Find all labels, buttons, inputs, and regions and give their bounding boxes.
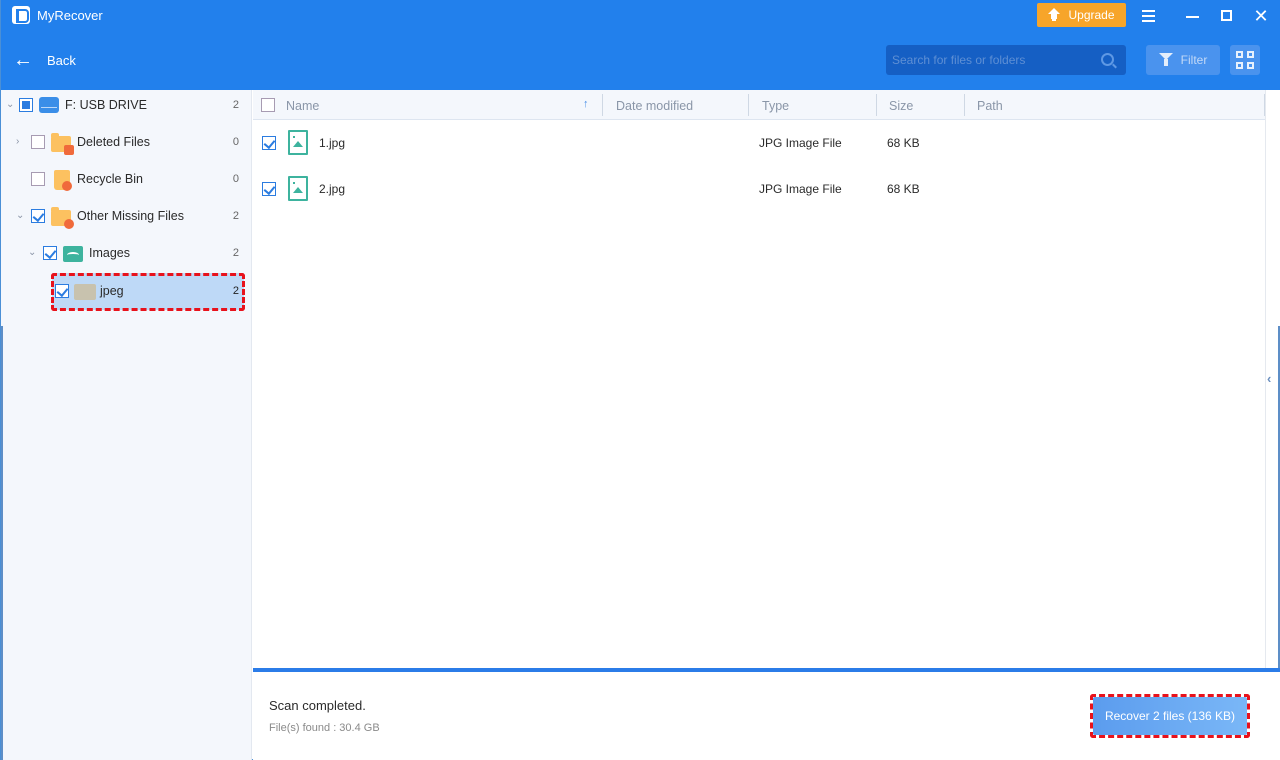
table-row[interactable]: 2.jpg JPG Image File 68 KB bbox=[253, 166, 1265, 212]
chevron-left-icon[interactable]: ‹ bbox=[1267, 371, 1271, 386]
tree-count: 2 bbox=[232, 247, 239, 259]
column-name[interactable]: Name bbox=[286, 90, 319, 120]
deleted-files-folder-icon bbox=[51, 133, 74, 155]
maximize-icon[interactable] bbox=[1217, 6, 1237, 26]
tree-label: Other Missing Files bbox=[77, 209, 184, 223]
file-list: Name ↑ Date modified Type Size Path 1.jp… bbox=[253, 90, 1265, 668]
tree-count: 2 bbox=[232, 285, 239, 297]
column-type[interactable]: Type bbox=[762, 90, 789, 120]
files-found: File(s) found : 30.4 GB bbox=[269, 722, 380, 734]
tree-checkbox[interactable] bbox=[31, 172, 45, 186]
file-size: 68 KB bbox=[887, 136, 920, 150]
tree-item-other-missing-files[interactable]: ⌄ Other Missing Files 2 bbox=[1, 198, 251, 235]
tree-item-deleted-files[interactable]: › Deleted Files 0 bbox=[1, 124, 251, 161]
tree-label: Images bbox=[89, 246, 130, 260]
tree-item-jpeg[interactable]: jpeg 2 bbox=[52, 273, 244, 310]
tree-count: 0 bbox=[232, 173, 239, 185]
app-logo-icon bbox=[12, 6, 30, 24]
chevron-down-icon[interactable]: ⌄ bbox=[6, 100, 16, 110]
status-footer: Scan completed. File(s) found : 30.4 GB … bbox=[253, 668, 1280, 760]
upgrade-arrow-icon bbox=[1048, 8, 1061, 22]
filter-funnel-icon bbox=[1158, 53, 1173, 67]
select-all-checkbox[interactable] bbox=[261, 98, 275, 112]
filter-button[interactable]: Filter bbox=[1146, 45, 1220, 75]
tree-item-usb-drive[interactable]: ⌄ F: USB DRIVE 2 bbox=[1, 87, 251, 124]
close-icon[interactable]: ✕ bbox=[1251, 6, 1271, 26]
tree-count: 0 bbox=[232, 136, 239, 148]
sidebar-edge bbox=[1, 326, 3, 760]
tree-item-recycle-bin[interactable]: Recycle Bin 0 bbox=[1, 161, 251, 198]
grid-view-icon[interactable] bbox=[1230, 45, 1260, 75]
column-date-modified[interactable]: Date modified bbox=[616, 90, 693, 120]
column-path[interactable]: Path bbox=[977, 90, 1003, 120]
search-box bbox=[886, 45, 1126, 75]
scan-status: Scan completed. bbox=[269, 698, 366, 713]
chevron-right-icon[interactable]: › bbox=[16, 137, 26, 147]
column-size[interactable]: Size bbox=[889, 90, 913, 120]
file-name: 1.jpg bbox=[319, 136, 346, 150]
filter-label: Filter bbox=[1180, 53, 1208, 67]
app-window: MyRecover Upgrade ✕ ← Back Fil bbox=[0, 0, 1280, 760]
tree-checkbox[interactable] bbox=[55, 284, 69, 298]
image-file-icon bbox=[288, 130, 308, 155]
file-type: JPG Image File bbox=[759, 136, 842, 150]
tree-label: F: USB DRIVE bbox=[65, 98, 147, 112]
folder-icon bbox=[74, 284, 96, 300]
tree-count: 2 bbox=[232, 99, 239, 111]
upgrade-label: Upgrade bbox=[1068, 8, 1115, 22]
column-divider[interactable] bbox=[748, 94, 749, 116]
back-arrow-icon: ← bbox=[13, 49, 33, 71]
image-file-icon bbox=[288, 176, 308, 201]
sort-ascending-icon[interactable]: ↑ bbox=[583, 98, 589, 110]
header: MyRecover Upgrade ✕ ← Back Fil bbox=[1, 0, 1280, 90]
tree-checkbox[interactable] bbox=[43, 246, 57, 260]
app-title: MyRecover bbox=[37, 8, 103, 23]
row-checkbox[interactable] bbox=[262, 136, 276, 150]
back-button[interactable]: ← Back bbox=[13, 48, 76, 72]
tree-label: Recycle Bin bbox=[77, 172, 143, 186]
column-divider[interactable] bbox=[876, 94, 877, 116]
recover-button[interactable]: Recover 2 files (136 KB) bbox=[1093, 697, 1247, 735]
tree-label: jpeg bbox=[100, 284, 124, 298]
minimize-icon[interactable] bbox=[1183, 6, 1203, 26]
sidebar-tree: ⌄ F: USB DRIVE 2 › Deleted Files 0 Recyc… bbox=[1, 90, 252, 760]
hamburger-menu-icon[interactable] bbox=[1139, 6, 1159, 26]
column-divider[interactable] bbox=[602, 94, 603, 116]
tree-label: Deleted Files bbox=[77, 135, 150, 149]
chevron-down-icon[interactable]: ⌄ bbox=[16, 211, 26, 221]
title-bar: MyRecover Upgrade ✕ bbox=[1, 0, 1280, 32]
search-input[interactable] bbox=[886, 45, 1091, 75]
row-checkbox[interactable] bbox=[262, 182, 276, 196]
file-type: JPG Image File bbox=[759, 182, 842, 196]
tree-checkbox[interactable] bbox=[31, 135, 45, 149]
search-icon[interactable] bbox=[1101, 53, 1114, 66]
table-row[interactable]: 1.jpg JPG Image File 68 KB bbox=[253, 120, 1265, 166]
tree-checkbox[interactable] bbox=[31, 209, 45, 223]
file-name: 2.jpg bbox=[319, 182, 346, 196]
file-size: 68 KB bbox=[887, 182, 920, 196]
images-icon bbox=[63, 246, 83, 262]
tree-count: 2 bbox=[232, 210, 239, 222]
column-header: Name ↑ Date modified Type Size Path bbox=[253, 90, 1265, 120]
column-divider[interactable] bbox=[964, 94, 965, 116]
usb-drive-icon bbox=[39, 97, 59, 113]
chevron-down-icon[interactable]: ⌄ bbox=[28, 248, 38, 258]
missing-files-folder-icon bbox=[51, 207, 74, 229]
recycle-bin-icon bbox=[54, 170, 72, 191]
toolbar: ← Back Filter bbox=[1, 32, 1280, 90]
tree-item-images[interactable]: ⌄ Images 2 bbox=[1, 235, 251, 272]
back-label: Back bbox=[47, 52, 76, 68]
upgrade-button[interactable]: Upgrade bbox=[1037, 3, 1126, 27]
tree-checkbox[interactable] bbox=[19, 98, 33, 112]
